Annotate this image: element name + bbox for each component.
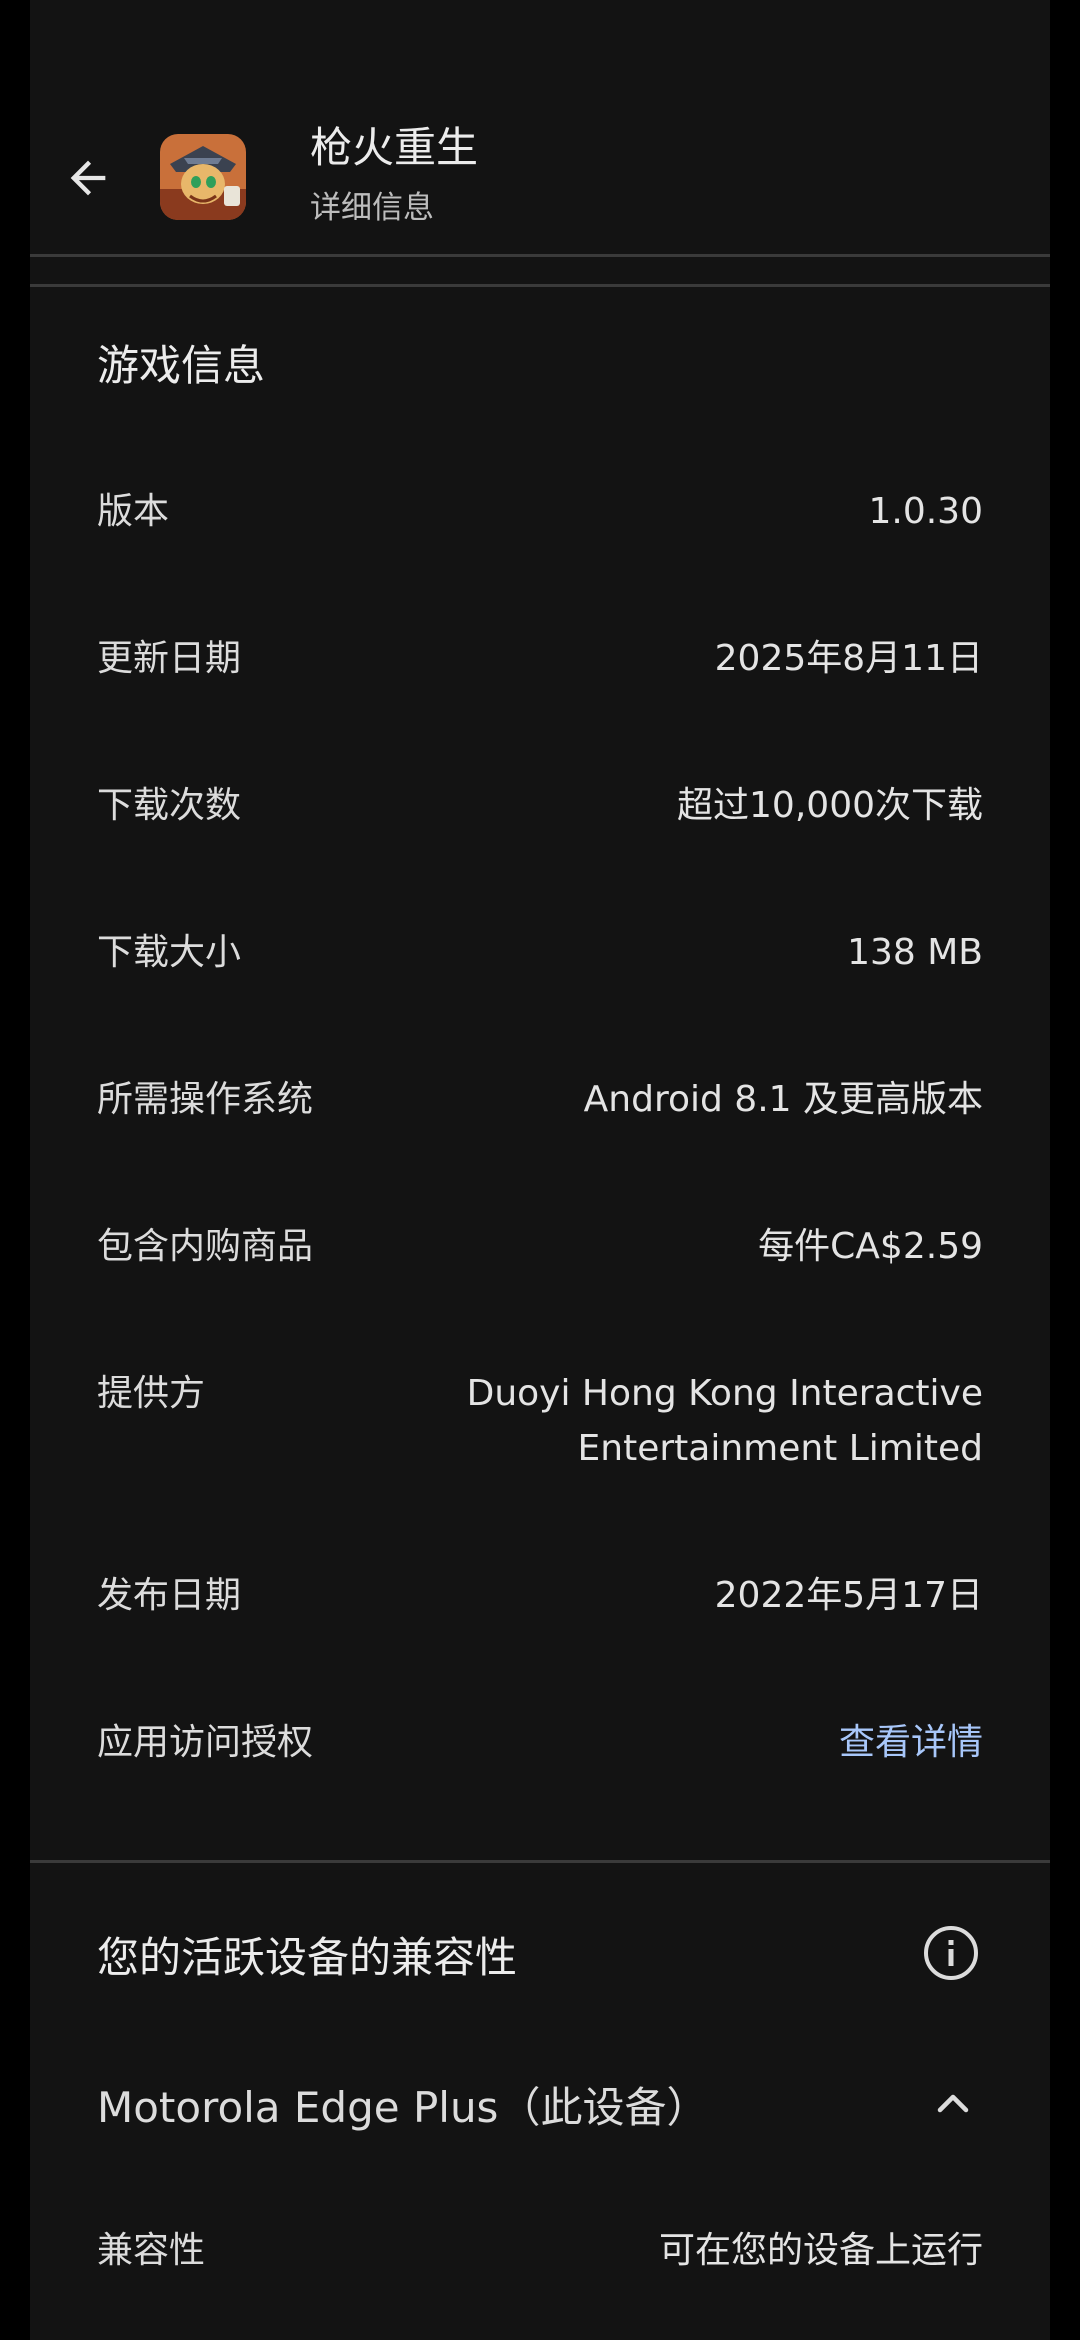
row-label-downloads: 下载次数 [97, 785, 242, 826]
row-value-downloads: 超过10,000次下载 [677, 785, 983, 826]
row-value-compatibility: 可在您的设备上运行 [658, 2230, 983, 2271]
section-divider-compat [30, 1860, 1050, 1863]
row-value-release-date: 2022年5月17日 [714, 1575, 983, 1616]
offered-by-line1: Duoyi Hong Kong Interactive [466, 1373, 983, 1414]
section-divider-top [30, 284, 1050, 287]
row-label-offered-by: 提供方 [97, 1373, 206, 1414]
compatibility-info-button[interactable] [918, 1920, 984, 1986]
row-label-app-permissions: 应用访问授权 [97, 1722, 314, 1763]
device-name: Motorola Edge Plus（此设备） [97, 2083, 709, 2132]
back-arrow-icon [70, 160, 106, 196]
row-label-in-app-purchases: 包含内购商品 [97, 1226, 314, 1267]
row-value-offered-by: Duoyi Hong Kong Interactive Entertainmen… [467, 1366, 983, 1476]
chevron-up-icon [937, 2094, 969, 2113]
section-title-game-info: 游戏信息 [97, 341, 266, 390]
row-value-download-size: 138 MB [847, 932, 983, 973]
row-value-required-os: Android 8.1 及更高版本 [583, 1079, 983, 1120]
row-label-required-os: 所需操作系统 [97, 1079, 314, 1120]
row-value-version: 1.0.30 [868, 491, 983, 532]
view-details-link[interactable]: 查看详情 [839, 1719, 983, 1767]
row-label-version: 版本 [97, 491, 170, 532]
page-subtitle: 详细信息 [310, 190, 434, 226]
row-value-in-app-purchases: 每件CA$2.59 [758, 1226, 983, 1267]
app-icon [160, 134, 246, 220]
header-divider [30, 254, 1050, 257]
device-expander[interactable]: Motorola Edge Plus（此设备） [30, 2068, 1050, 2138]
app-title: 枪火重生 [310, 123, 479, 172]
info-icon [924, 1926, 978, 1980]
row-label-release-date: 发布日期 [97, 1575, 242, 1616]
offered-by-line2: Entertainment Limited [577, 1428, 983, 1469]
back-button[interactable] [52, 142, 124, 214]
section-title-compatibility: 您的活跃设备的兼容性 [97, 1933, 518, 1982]
row-label-compatibility: 兼容性 [97, 2230, 206, 2271]
row-label-download-size: 下载大小 [97, 932, 242, 973]
row-value-updated: 2025年8月11日 [714, 638, 983, 679]
row-label-updated: 更新日期 [97, 638, 242, 679]
